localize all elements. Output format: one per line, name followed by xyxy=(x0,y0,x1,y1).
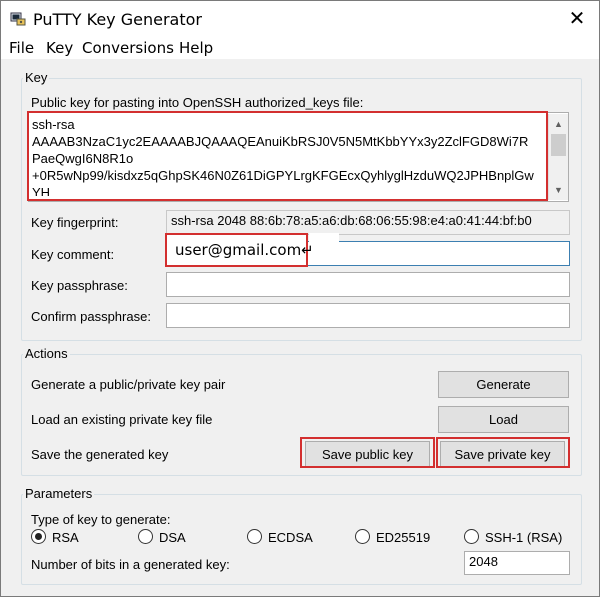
putty-app-icon xyxy=(10,12,26,26)
radio-ecdsa-label: ECDSA xyxy=(268,530,313,545)
save-private-key-button[interactable]: Save private key xyxy=(440,441,565,468)
key-type-label: Type of key to generate: xyxy=(31,512,171,527)
actions-group-label: Actions xyxy=(23,346,70,361)
comment-label: Key comment: xyxy=(31,247,115,262)
save-public-key-button[interactable]: Save public key xyxy=(305,441,430,468)
fingerprint-field: ssh-rsa 2048 88:6b:78:a5:a6:db:68:06:55:… xyxy=(166,210,570,235)
radio-dsa-indicator[interactable] xyxy=(138,529,153,544)
bits-value: 2048 xyxy=(469,554,498,569)
comment-overlay-gap xyxy=(309,233,339,242)
public-key-label: Public key for pasting into OpenSSH auth… xyxy=(31,95,364,110)
key-group-label: Key xyxy=(23,70,50,85)
radio-ssh1-indicator[interactable] xyxy=(464,529,479,544)
passphrase-label: Key passphrase: xyxy=(31,278,128,293)
public-key-text: ssh-rsa AAAAB3NzaC1yc2EAAAABJQAAAQEAnuiK… xyxy=(32,117,534,196)
comment-value: user@gmail.com↵ xyxy=(175,241,314,259)
radio-dsa[interactable]: DSA xyxy=(138,529,186,545)
scroll-up-icon[interactable]: ▲ xyxy=(549,116,568,132)
load-description: Load an existing private key file xyxy=(31,412,213,427)
menu-file[interactable]: File xyxy=(9,39,34,57)
fingerprint-value: ssh-rsa 2048 88:6b:78:a5:a6:db:68:06:55:… xyxy=(171,213,532,228)
radio-ssh1-label: SSH-1 (RSA) xyxy=(485,530,563,545)
radio-rsa-indicator[interactable] xyxy=(31,529,46,544)
radio-dsa-label: DSA xyxy=(159,530,186,545)
menu-conversions[interactable]: Conversions xyxy=(82,39,174,57)
save-description: Save the generated key xyxy=(31,447,169,462)
passphrase-field[interactable] xyxy=(166,272,570,297)
fingerprint-label: Key fingerprint: xyxy=(31,215,119,230)
confirm-passphrase-label: Confirm passphrase: xyxy=(31,309,151,324)
window-title: PuTTY Key Generator xyxy=(33,10,202,29)
radio-rsa-label: RSA xyxy=(52,530,79,545)
bits-label: Number of bits in a generated key: xyxy=(31,557,230,572)
putty-key-generator-window: PuTTY Key Generator ✕ File Key Conversio… xyxy=(0,0,600,597)
comment-highlight: user@gmail.com↵ xyxy=(165,233,314,267)
confirm-passphrase-field[interactable] xyxy=(166,303,570,328)
menu-key[interactable]: Key xyxy=(46,39,73,57)
generate-description: Generate a public/private key pair xyxy=(31,377,226,392)
radio-ecdsa[interactable]: ECDSA xyxy=(247,529,313,545)
scroll-down-icon[interactable]: ▼ xyxy=(549,182,568,198)
bits-field[interactable]: 2048 xyxy=(464,551,570,575)
radio-ecdsa-indicator[interactable] xyxy=(247,529,262,544)
radio-ed25519[interactable]: ED25519 xyxy=(355,529,430,545)
radio-ed25519-label: ED25519 xyxy=(376,530,431,545)
radio-ssh1-rsa[interactable]: SSH-1 (RSA) xyxy=(464,529,562,545)
parameters-group-label: Parameters xyxy=(23,486,95,501)
close-icon[interactable]: ✕ xyxy=(565,7,589,31)
menu-bar: File Key Conversions Help xyxy=(1,37,599,59)
menu-help[interactable]: Help xyxy=(179,39,213,57)
public-key-scrollbar[interactable]: ▲ ▼ xyxy=(548,114,568,200)
radio-ed25519-indicator[interactable] xyxy=(355,529,370,544)
generate-button[interactable]: Generate xyxy=(438,371,569,398)
load-button[interactable]: Load xyxy=(438,406,569,433)
title-bar: PuTTY Key Generator ✕ xyxy=(1,1,599,37)
scroll-thumb[interactable] xyxy=(551,134,566,156)
radio-rsa[interactable]: RSA xyxy=(31,529,79,545)
